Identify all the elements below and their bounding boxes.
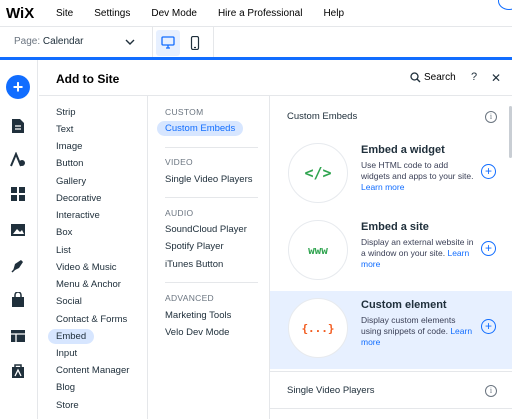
category-strip[interactable]: Strip: [56, 107, 76, 118]
apps-icon[interactable]: [7, 183, 29, 205]
category-interactive[interactable]: Interactive: [56, 210, 100, 221]
category-gallery[interactable]: Gallery: [56, 176, 86, 187]
page-label: Page:: [14, 36, 41, 47]
subsection-velo-dev-mode[interactable]: Velo Dev Mode: [165, 327, 229, 338]
card-description: Use HTML code to add widgets and apps to…: [361, 160, 474, 192]
add-to-site-panel: Add to Site Search ? ✕ Strip Text Image …: [39, 60, 512, 419]
menu-dev-mode[interactable]: Dev Mode: [151, 8, 197, 19]
info-icon[interactable]: i: [485, 385, 497, 397]
category-decorative[interactable]: Decorative: [56, 193, 101, 204]
card-custom-element[interactable]: {...} Custom element Display custom elem…: [270, 291, 512, 369]
pages-icon[interactable]: [7, 115, 29, 137]
menu-help[interactable]: Help: [323, 8, 344, 19]
close-icon[interactable]: ✕: [491, 71, 501, 85]
page-value: Calendar: [42, 36, 84, 47]
top-menu: Site Settings Dev Mode Hire a Profession…: [56, 8, 365, 19]
desktop-icon: [161, 36, 175, 49]
left-rail: +: [0, 60, 38, 419]
category-social[interactable]: Social: [56, 296, 82, 307]
panel-header: Add to Site Search ? ✕: [39, 60, 512, 96]
app-market-icon[interactable]: [7, 360, 29, 382]
add-custom-element-button[interactable]: +: [481, 319, 496, 334]
subsection-single-video-players[interactable]: Single Video Players: [165, 174, 253, 185]
learn-more-link[interactable]: Learn more: [361, 182, 404, 192]
search-button[interactable]: Search: [410, 72, 456, 83]
category-text[interactable]: Text: [56, 124, 73, 135]
store-icon[interactable]: [7, 289, 29, 311]
subsection-itunes-button[interactable]: iTunes Button: [165, 259, 223, 270]
section-heading-video: VIDEO: [165, 157, 193, 167]
subsection-spotify-player[interactable]: Spotify Player: [165, 241, 224, 252]
add-elements-button[interactable]: +: [6, 75, 30, 99]
section-title-single-video-players: Single Video Players: [287, 385, 375, 396]
blog-icon[interactable]: [7, 254, 29, 276]
wix-logo[interactable]: WiX: [6, 5, 56, 22]
category-content-manager[interactable]: Content Manager: [56, 365, 129, 376]
search-icon: [410, 72, 421, 83]
menu-site[interactable]: Site: [56, 8, 73, 19]
card-embed-widget[interactable]: </> Embed a widget Use HTML code to add …: [270, 136, 512, 214]
www-icon: www: [288, 220, 348, 280]
divider: [213, 27, 214, 59]
top-right-circle[interactable]: [498, 0, 512, 10]
category-blog[interactable]: Blog: [56, 382, 75, 393]
category-list: Strip Text Image Button Gallery Decorati…: [39, 96, 148, 419]
chevron-down-icon[interactable]: [124, 36, 136, 48]
info-icon[interactable]: i: [485, 111, 497, 123]
help-icon[interactable]: ?: [471, 71, 477, 83]
section-heading-custom: CUSTOM: [165, 107, 204, 117]
section-title-custom-embeds: Custom Embeds: [287, 111, 358, 122]
card-title: Embed a site: [361, 221, 429, 233]
card-description: Display an external website in a window …: [361, 237, 474, 269]
section-heading-advanced: ADVANCED: [165, 293, 215, 303]
mobile-icon: [190, 36, 200, 50]
mobile-view-button[interactable]: [183, 30, 207, 56]
category-box[interactable]: Box: [56, 227, 72, 238]
subsection-list: CUSTOM Custom Embeds VIDEO Single Video …: [148, 96, 270, 419]
category-input[interactable]: Input: [56, 348, 77, 359]
subsection-custom-embeds[interactable]: Custom Embeds: [157, 121, 244, 136]
code-icon: </>: [288, 143, 348, 203]
separator: [270, 408, 512, 409]
section-heading-audio: AUDIO: [165, 208, 194, 218]
menu-settings[interactable]: Settings: [94, 8, 130, 19]
card-title: Embed a widget: [361, 144, 445, 156]
top-bar: WiX Site Settings Dev Mode Hire a Profes…: [0, 0, 512, 27]
card-embed-site[interactable]: www Embed a site Display an external web…: [270, 213, 512, 291]
design-icon[interactable]: [7, 149, 29, 171]
panel-title: Add to Site: [56, 72, 120, 86]
separator: [165, 197, 258, 198]
page-bar: Page: Calendar: [0, 27, 512, 59]
category-contact-forms[interactable]: Contact & Forms: [56, 314, 127, 325]
subsection-soundcloud-player[interactable]: SoundCloud Player: [165, 224, 247, 235]
card-title: Custom element: [361, 299, 447, 311]
custom-element-icon: {...}: [288, 298, 348, 358]
category-menu-anchor[interactable]: Menu & Anchor: [56, 279, 121, 290]
separator: [165, 147, 258, 148]
subsection-marketing-tools[interactable]: Marketing Tools: [165, 310, 231, 321]
add-site-button[interactable]: +: [481, 241, 496, 256]
separator: [165, 282, 258, 283]
category-button[interactable]: Button: [56, 158, 83, 169]
desktop-view-button[interactable]: [156, 30, 180, 56]
add-widget-button[interactable]: +: [481, 164, 496, 179]
search-label: Search: [424, 72, 456, 83]
category-image[interactable]: Image: [56, 141, 82, 152]
content-icon[interactable]: [7, 325, 29, 347]
menu-hire-professional[interactable]: Hire a Professional: [218, 8, 302, 19]
card-description: Display custom elements using snippets o…: [361, 315, 473, 347]
separator: [270, 371, 512, 372]
category-store[interactable]: Store: [56, 400, 79, 411]
divider: [152, 27, 153, 59]
page-selector[interactable]: Page: Calendar: [14, 36, 84, 47]
content-area: Custom Embeds i </> Embed a widget Use H…: [270, 96, 512, 419]
category-embed[interactable]: Embed: [48, 329, 95, 344]
category-list[interactable]: List: [56, 245, 71, 256]
media-icon[interactable]: [7, 219, 29, 241]
category-video-music[interactable]: Video & Music: [56, 262, 117, 273]
